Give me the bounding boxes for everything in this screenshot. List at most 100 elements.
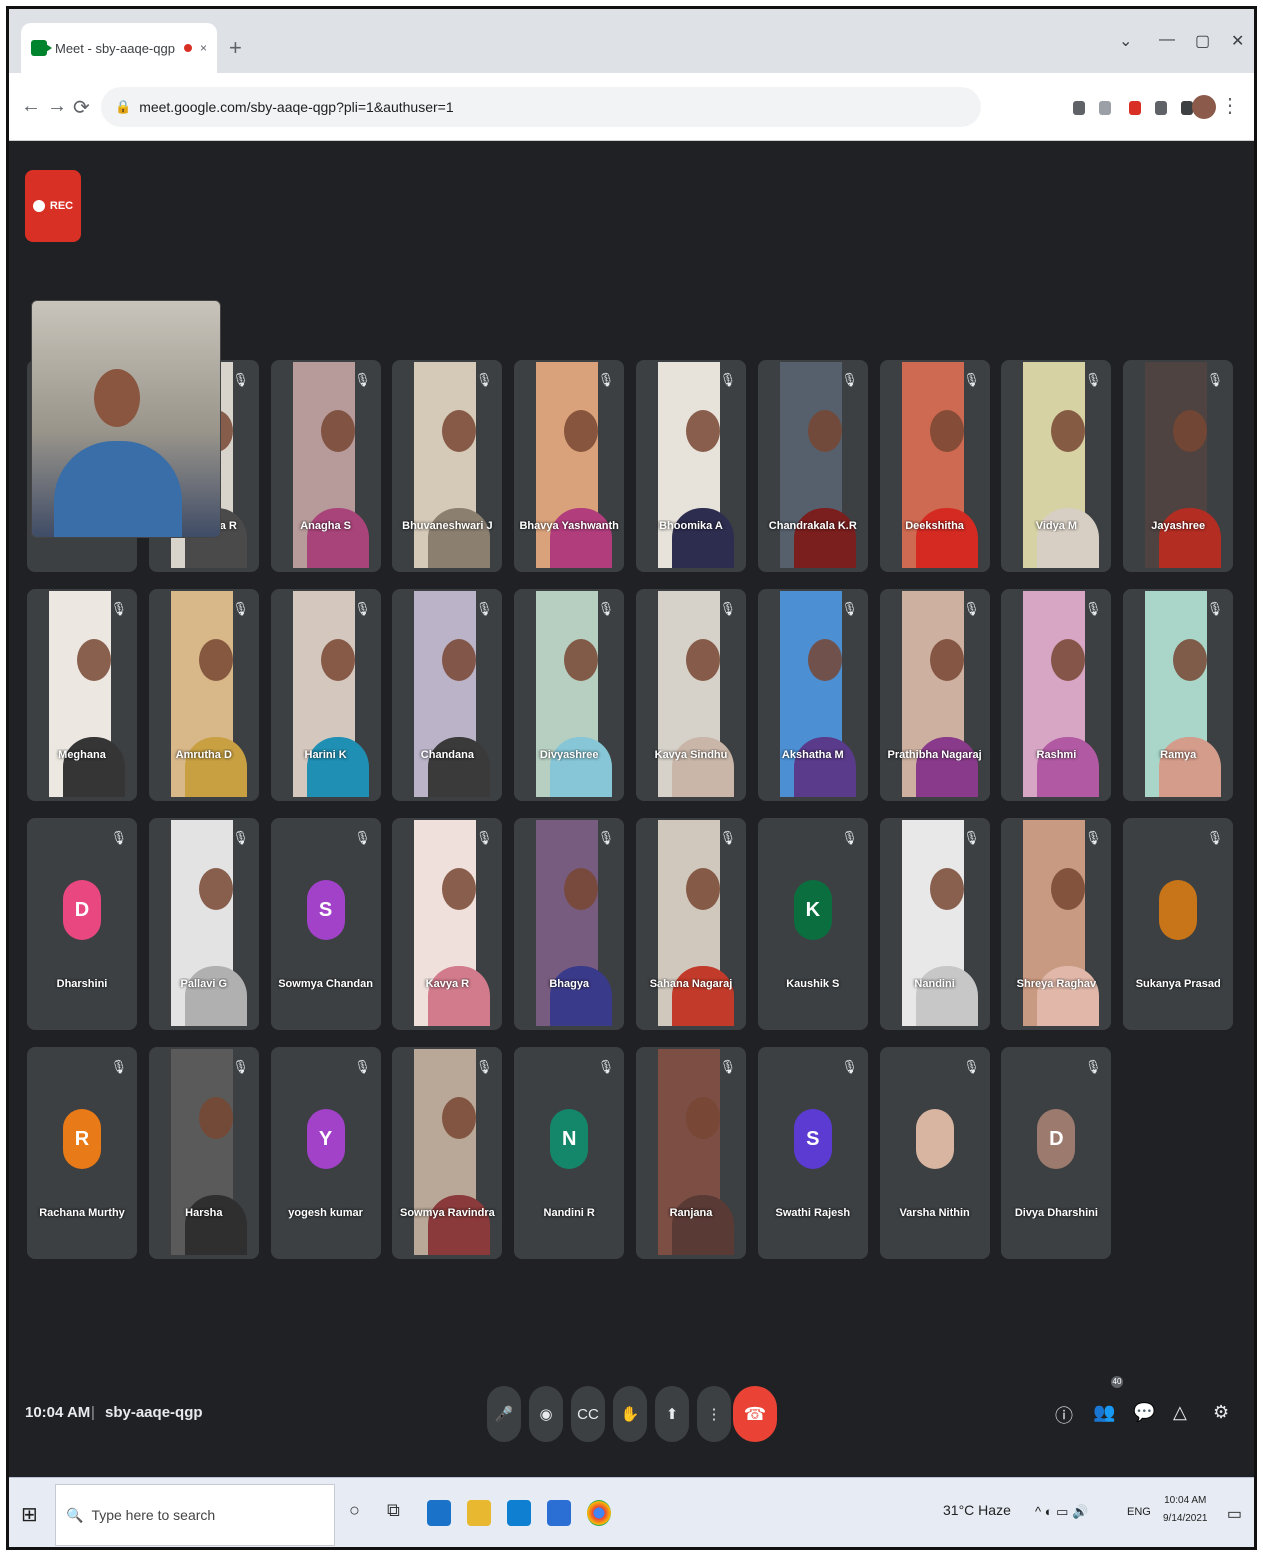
participant-tile[interactable]: 🎙 Prathibha Nagaraj: [879, 589, 990, 801]
taskbar-clock[interactable]: 10:04 AM 9/14/2021: [1163, 1492, 1208, 1528]
participant-tile[interactable]: R 🎙 Rachana Murthy: [27, 1047, 137, 1259]
participant-face: [320, 410, 355, 452]
language-indicator[interactable]: ENG: [1127, 1506, 1151, 1518]
participant-tile[interactable]: 🎙 Rashmi: [1001, 589, 1112, 801]
participant-tile[interactable]: 🎙 Varsha Nithin: [879, 1047, 990, 1259]
participant-avatar: R: [63, 1109, 101, 1169]
captions-button[interactable]: CC: [571, 1386, 605, 1442]
participant-tile[interactable]: 🎙 Vidya M: [1001, 360, 1112, 572]
participant-tile[interactable]: 🎙 Ramya: [1123, 589, 1234, 801]
participant-tile[interactable]: 🎙 Ranjana: [636, 1047, 746, 1259]
participant-tile[interactable]: S 🎙 Swathi Rajesh: [757, 1047, 868, 1259]
chrome-icon[interactable]: [587, 1500, 611, 1526]
participant-tile[interactable]: 🎙 Amrutha D: [148, 589, 259, 801]
clock-separator: |: [91, 1404, 95, 1421]
muted-mic-icon: 🎙: [1206, 372, 1224, 387]
participant-tile[interactable]: 🎙 Harini K: [270, 589, 381, 801]
participant-body: [1037, 966, 1100, 1026]
participant-tile[interactable]: 🎙 Anagha S: [270, 360, 381, 572]
mic-icon: 🎤: [494, 1406, 514, 1423]
chat-button[interactable]: 💬: [1133, 1402, 1155, 1423]
host-controls-button[interactable]: ⚙: [1213, 1402, 1229, 1423]
new-tab-button[interactable]: +: [229, 35, 242, 61]
participant-face: [929, 639, 964, 681]
participant-avatar: Y: [306, 1109, 345, 1169]
meeting-details-button[interactable]: ⓘ: [1055, 1402, 1073, 1428]
close-window-button[interactable]: ✕: [1231, 31, 1244, 51]
participant-tile[interactable]: K 🎙 Kaushik S: [757, 818, 868, 1030]
participant-tile[interactable]: 🎙 Divyashree: [514, 589, 625, 801]
more-options-button[interactable]: ⋮: [697, 1386, 731, 1442]
participant-tile[interactable]: 🎙 Sahana Nagaraj: [636, 818, 746, 1030]
participant-tile[interactable]: 🎙 Bhagya: [514, 818, 625, 1030]
profile-avatar[interactable]: [1192, 95, 1216, 119]
participant-tile[interactable]: S 🎙 Sowmya Chandan: [270, 818, 381, 1030]
participant-face: [442, 1097, 477, 1139]
meeting-code: sby-aaqe-qgp: [105, 1404, 203, 1421]
participant-tile[interactable]: 🎙 Sukanya Prasad: [1123, 818, 1234, 1030]
participant-avatar: [1159, 880, 1198, 940]
edge-icon[interactable]: [427, 1500, 451, 1526]
participant-tile[interactable]: 🎙 Nandini: [879, 818, 990, 1030]
participant-tile[interactable]: 🎙 Deekshitha: [879, 360, 990, 572]
file-explorer-icon[interactable]: [467, 1500, 491, 1526]
camera-icon[interactable]: [1073, 101, 1085, 115]
maximize-button[interactable]: ▢: [1195, 31, 1210, 51]
participant-avatar: D: [63, 880, 101, 940]
participant-tile[interactable]: 🎙 Jayashree: [1123, 360, 1234, 572]
star-icon[interactable]: [1099, 101, 1111, 115]
self-view-tile[interactable]: [31, 300, 221, 538]
participant-face: [1173, 410, 1208, 452]
browser-tab-strip: Meet - sby-aaqe-qgp × + ⌄ — ▢ ✕: [9, 9, 1254, 73]
system-tray-icons[interactable]: ^ ◐ ▭ 🔊: [1035, 1504, 1088, 1520]
tab-close-icon[interactable]: ×: [200, 41, 207, 55]
extension-red-icon[interactable]: [1129, 101, 1141, 115]
participant-tile[interactable]: 🎙 Chandana: [392, 589, 503, 801]
participant-tile[interactable]: 🎙 Akshatha M: [757, 589, 868, 801]
camera-button[interactable]: ◉: [529, 1386, 563, 1442]
start-button[interactable]: ⊞: [21, 1502, 38, 1527]
participant-tile[interactable]: 🎙 Bhoomika A: [636, 360, 746, 572]
taskbar-search-box[interactable]: 🔍 Type here to search: [55, 1484, 335, 1546]
participant-tile[interactable]: Y 🎙 yogesh kumar: [270, 1047, 381, 1259]
participant-tile[interactable]: 🎙 Chandrakala K.R: [757, 360, 868, 572]
participant-tile[interactable]: 🎙 Bhuvaneshwari J: [392, 360, 503, 572]
participant-tile[interactable]: 🎙 Harsha: [148, 1047, 259, 1259]
participant-tile[interactable]: 🎙 Meghana: [27, 589, 137, 801]
tab-search-icon[interactable]: ⌄: [1119, 31, 1132, 51]
activities-button[interactable]: △: [1173, 1402, 1187, 1423]
participant-tile[interactable]: N 🎙 Nandini R: [514, 1047, 625, 1259]
participant-name: Ramya: [1160, 749, 1197, 761]
muted-mic-icon: 🎙: [475, 1059, 493, 1074]
browser-tab-meet[interactable]: Meet - sby-aaqe-qgp ×: [21, 23, 217, 73]
reload-button[interactable]: ⟳: [73, 95, 90, 120]
store-icon[interactable]: [507, 1500, 531, 1526]
browser-menu-icon[interactable]: ⋮: [1220, 93, 1240, 118]
participant-tile[interactable]: 🎙 Pallavi G: [148, 818, 259, 1030]
leave-call-button[interactable]: ☎: [733, 1386, 777, 1442]
raise-hand-button[interactable]: ✋: [613, 1386, 647, 1442]
back-button[interactable]: ←: [21, 95, 41, 118]
people-button[interactable]: 👥: [1093, 1402, 1115, 1423]
cortana-icon[interactable]: ○: [349, 1500, 360, 1521]
forward-button[interactable]: →: [47, 95, 67, 118]
address-bar[interactable]: 🔒 meet.google.com/sby-aaqe-qgp?pli=1&aut…: [101, 87, 981, 127]
participant-tile[interactable]: 🎙 Bhavya Yashwanth: [514, 360, 625, 572]
mic-button[interactable]: 🎤: [487, 1386, 521, 1442]
participant-tile[interactable]: 🎙 Shreya Raghav: [1001, 818, 1112, 1030]
participant-tile[interactable]: D 🎙 Dharshini: [27, 818, 137, 1030]
weather-widget[interactable]: 31°C Haze: [943, 1502, 1011, 1518]
task-view-icon[interactable]: ⧉: [387, 1500, 400, 1521]
participant-name: Sowmya Chandan: [278, 978, 373, 990]
participant-tile[interactable]: 🎙 Kavya R: [392, 818, 503, 1030]
present-button[interactable]: ⬆: [655, 1386, 689, 1442]
extension-icon[interactable]: [1155, 101, 1167, 115]
minimize-button[interactable]: —: [1159, 31, 1175, 49]
notification-center-icon[interactable]: ▭: [1227, 1504, 1242, 1524]
participant-tile[interactable]: 🎙 Sowmya Ravindra: [392, 1047, 503, 1259]
record-dot-icon: [32, 200, 45, 212]
participant-tile[interactable]: 🎙 Kavya Sindhu: [636, 589, 746, 801]
word-icon[interactable]: [547, 1500, 571, 1526]
participant-tile[interactable]: D 🎙 Divya Dharshini: [1001, 1047, 1112, 1259]
taskbar-date: 9/14/2021: [1163, 1513, 1208, 1524]
